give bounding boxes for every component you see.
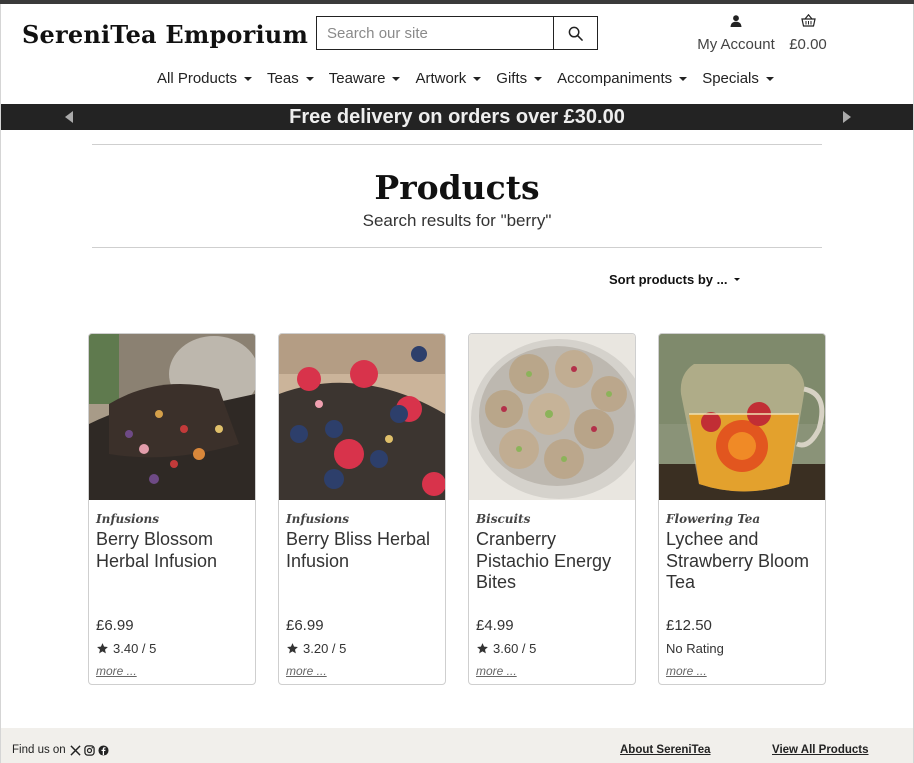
basket-total: £0.00 xyxy=(789,36,827,53)
product-category: Infusions xyxy=(286,512,350,526)
top-accent-bar xyxy=(0,0,914,4)
product-image[interactable] xyxy=(659,334,825,500)
product-price: £4.99 xyxy=(476,617,514,634)
chevron-down-icon xyxy=(473,76,482,81)
carousel-prev-arrow-icon[interactable] xyxy=(65,111,73,123)
nav-label: All Products xyxy=(157,70,238,87)
more-link[interactable]: more ... xyxy=(666,664,707,678)
more-link[interactable]: more ... xyxy=(476,664,517,678)
product-rating: 3.60 / 5 xyxy=(476,641,536,656)
nav-label: Specials xyxy=(702,70,759,87)
view-all-products-link[interactable]: View All Products xyxy=(772,744,869,756)
instagram-icon[interactable] xyxy=(83,744,95,756)
nav-label: Teaware xyxy=(328,70,386,87)
sort-dropdown[interactable]: Sort products by ... xyxy=(609,272,741,287)
product-name[interactable]: Lychee and Strawberry Bloom Tea xyxy=(666,529,819,594)
product-rating: 3.20 / 5 xyxy=(286,641,346,656)
more-link[interactable]: more ... xyxy=(96,664,137,678)
product-details: Infusions Berry Blossom Herbal Infusion xyxy=(96,512,249,572)
rating-value: 3.60 / 5 xyxy=(493,641,537,656)
my-account-link[interactable]: My Account xyxy=(694,14,778,53)
product-category: Infusions xyxy=(96,512,160,526)
product-price: £6.99 xyxy=(286,617,324,634)
product-details: Biscuits Cranberry Pistachio Energy Bite… xyxy=(476,512,629,594)
user-icon xyxy=(730,15,742,27)
nav-teas[interactable]: Teas xyxy=(267,70,314,87)
product-name[interactable]: Cranberry Pistachio Energy Bites xyxy=(476,529,629,594)
star-icon xyxy=(477,643,488,654)
nav-specials[interactable]: Specials xyxy=(702,70,774,87)
chevron-down-icon xyxy=(244,76,253,81)
search-results-subtitle: Search results for "berry" xyxy=(362,211,552,230)
chevron-down-icon xyxy=(734,278,741,281)
nav-label: Gifts xyxy=(496,70,528,87)
find-us-label: Find us on xyxy=(12,744,66,756)
search-input[interactable] xyxy=(317,17,553,49)
social-links: Find us on xyxy=(12,744,109,756)
product-card[interactable]: Infusions Berry Bliss Herbal Infusion £6… xyxy=(278,333,446,685)
rating-value: 3.20 / 5 xyxy=(303,641,347,656)
nav-label: Artwork xyxy=(415,70,467,87)
chevron-down-icon xyxy=(305,76,314,81)
product-rating: No Rating xyxy=(666,641,724,656)
divider xyxy=(92,247,822,248)
nav-label: Accompaniments xyxy=(557,70,673,87)
sort-label: Sort products by ... xyxy=(609,272,728,287)
nav-label: Teas xyxy=(267,70,299,87)
nav-teaware[interactable]: Teaware xyxy=(329,70,401,87)
chevron-down-icon xyxy=(392,76,401,81)
product-category: Biscuits xyxy=(476,512,531,526)
product-price: £12.50 xyxy=(666,617,712,634)
search-icon xyxy=(568,26,583,41)
product-name[interactable]: Berry Blossom Herbal Infusion xyxy=(96,529,249,572)
divider xyxy=(92,144,822,145)
search-bar xyxy=(316,16,598,50)
product-image[interactable] xyxy=(469,334,635,500)
product-details: Flowering Tea Lychee and Strawberry Bloo… xyxy=(666,512,819,594)
basket-link[interactable]: £0.00 xyxy=(788,13,828,53)
product-image[interactable] xyxy=(89,334,255,500)
product-category: Flowering Tea xyxy=(666,512,761,526)
product-card[interactable]: Infusions Berry Blossom Herbal Infusion … xyxy=(88,333,256,685)
facebook-icon[interactable] xyxy=(98,744,109,756)
site-logo[interactable]: SereniTea Emporium xyxy=(22,20,308,49)
about-link[interactable]: About SereniTea xyxy=(620,744,711,756)
nav-gifts[interactable]: Gifts xyxy=(496,70,543,87)
product-card[interactable]: Flowering Tea Lychee and Strawberry Bloo… xyxy=(658,333,826,685)
site-footer: Find us on About SereniTea View All Prod… xyxy=(1,728,913,763)
carousel-next-arrow-icon[interactable] xyxy=(843,111,851,123)
chevron-down-icon xyxy=(679,76,688,81)
nav-artwork[interactable]: Artwork xyxy=(415,70,482,87)
more-link[interactable]: more ... xyxy=(286,664,327,678)
star-icon xyxy=(287,643,298,654)
product-price: £6.99 xyxy=(96,617,134,634)
nav-all-products[interactable]: All Products xyxy=(157,70,253,87)
star-icon xyxy=(97,643,108,654)
account-label: My Account xyxy=(697,36,775,53)
chevron-down-icon xyxy=(534,76,543,81)
product-rating: 3.40 / 5 xyxy=(96,641,156,656)
nav-accompaniments[interactable]: Accompaniments xyxy=(557,70,688,87)
basket-icon xyxy=(800,13,816,27)
product-details: Infusions Berry Bliss Herbal Infusion xyxy=(286,512,439,572)
promo-text: Free delivery on orders over £30.00 xyxy=(289,105,625,128)
search-button[interactable] xyxy=(553,17,597,49)
main-nav: All Products Teas Teaware Artwork Gifts … xyxy=(157,70,789,87)
page-title: Products xyxy=(374,168,540,207)
x-twitter-icon[interactable] xyxy=(70,744,81,756)
product-image[interactable] xyxy=(279,334,445,500)
promo-banner: Free delivery on orders over £30.00 xyxy=(1,104,913,130)
product-card[interactable]: Biscuits Cranberry Pistachio Energy Bite… xyxy=(468,333,636,685)
rating-value: No Rating xyxy=(666,641,724,656)
rating-value: 3.40 / 5 xyxy=(113,641,157,656)
product-name[interactable]: Berry Bliss Herbal Infusion xyxy=(286,529,439,572)
chevron-down-icon xyxy=(765,76,774,81)
